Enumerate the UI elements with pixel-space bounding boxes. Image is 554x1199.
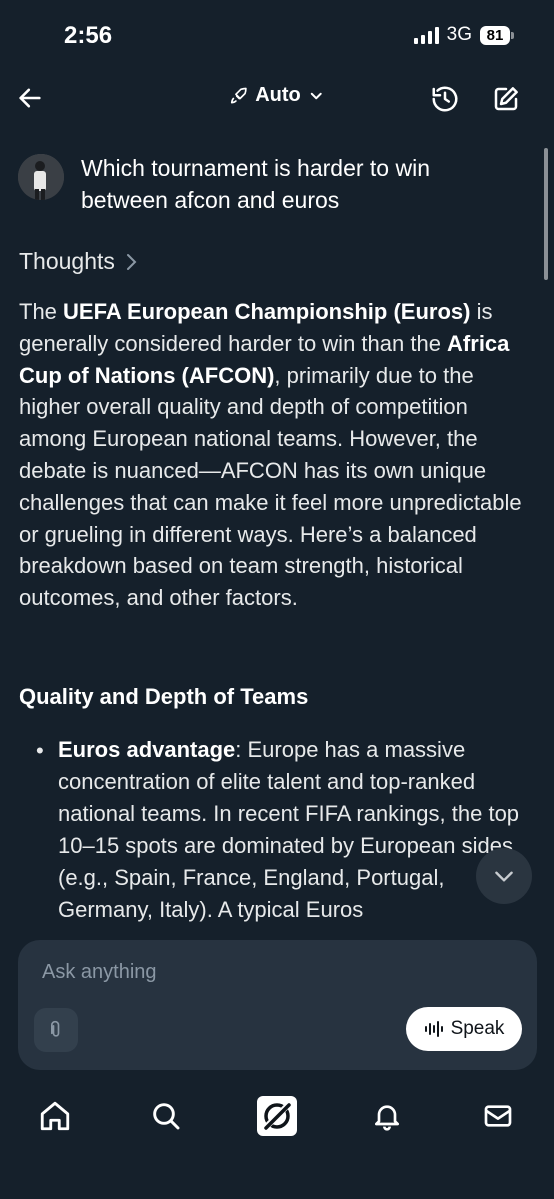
avatar — [18, 154, 64, 200]
waveform-icon — [424, 1021, 443, 1037]
chevron-down-icon — [310, 92, 322, 99]
answer-bold-euros: UEFA European Championship (Euros) — [63, 299, 471, 324]
status-bar: 2:56 3G 81 — [0, 0, 554, 72]
bell-icon[interactable] — [365, 1094, 409, 1138]
scroll-down-button[interactable] — [476, 848, 532, 904]
battery-level: 81 — [480, 25, 510, 45]
composer: Speak — [18, 940, 537, 1070]
chevron-right-icon — [126, 253, 137, 270]
chevron-down-icon — [495, 871, 513, 882]
section-heading: Quality and Depth of Teams — [19, 684, 309, 709]
battery-icon: 81 — [480, 25, 514, 45]
user-question: Which tournament is harder to win betwee… — [81, 155, 430, 213]
bullet-dot: • — [36, 738, 44, 763]
model-label: Auto — [255, 84, 301, 106]
tab-bar — [0, 1080, 554, 1150]
scrollbar[interactable] — [544, 148, 548, 280]
bullet-bold: Euros advantage — [58, 737, 236, 762]
back-arrow-icon[interactable] — [14, 82, 46, 114]
history-icon[interactable] — [428, 82, 462, 116]
rocket-icon — [230, 87, 247, 103]
thoughts-label: Thoughts — [19, 248, 115, 274]
top-bar: Auto — [0, 72, 554, 126]
paperclip-icon[interactable] — [34, 1008, 78, 1052]
compose-icon[interactable] — [489, 82, 523, 116]
model-selector[interactable]: Auto — [229, 84, 325, 107]
status-time: 2:56 — [64, 22, 113, 49]
list-item: Euros advantage: Europe has a massive co… — [58, 734, 538, 926]
answer-paragraph: The UEFA European Championship (Euros) i… — [19, 299, 522, 611]
speak-button[interactable]: Speak — [406, 1007, 522, 1051]
bullet-text: : Europe has a massive concentration of … — [58, 737, 520, 922]
grok-icon[interactable] — [255, 1094, 299, 1138]
network-type: 3G — [446, 24, 472, 45]
search-icon[interactable] — [144, 1094, 188, 1138]
mail-icon[interactable] — [476, 1094, 520, 1138]
signal-icon — [413, 26, 439, 44]
speak-label: Speak — [450, 1018, 505, 1039]
home-icon[interactable] — [33, 1094, 77, 1138]
thoughts-toggle[interactable]: Thoughts — [19, 248, 139, 275]
ask-input[interactable] — [40, 960, 424, 985]
status-indicators: 3G 81 — [413, 24, 514, 46]
conversation: Which tournament is harder to win betwee… — [0, 140, 554, 935]
